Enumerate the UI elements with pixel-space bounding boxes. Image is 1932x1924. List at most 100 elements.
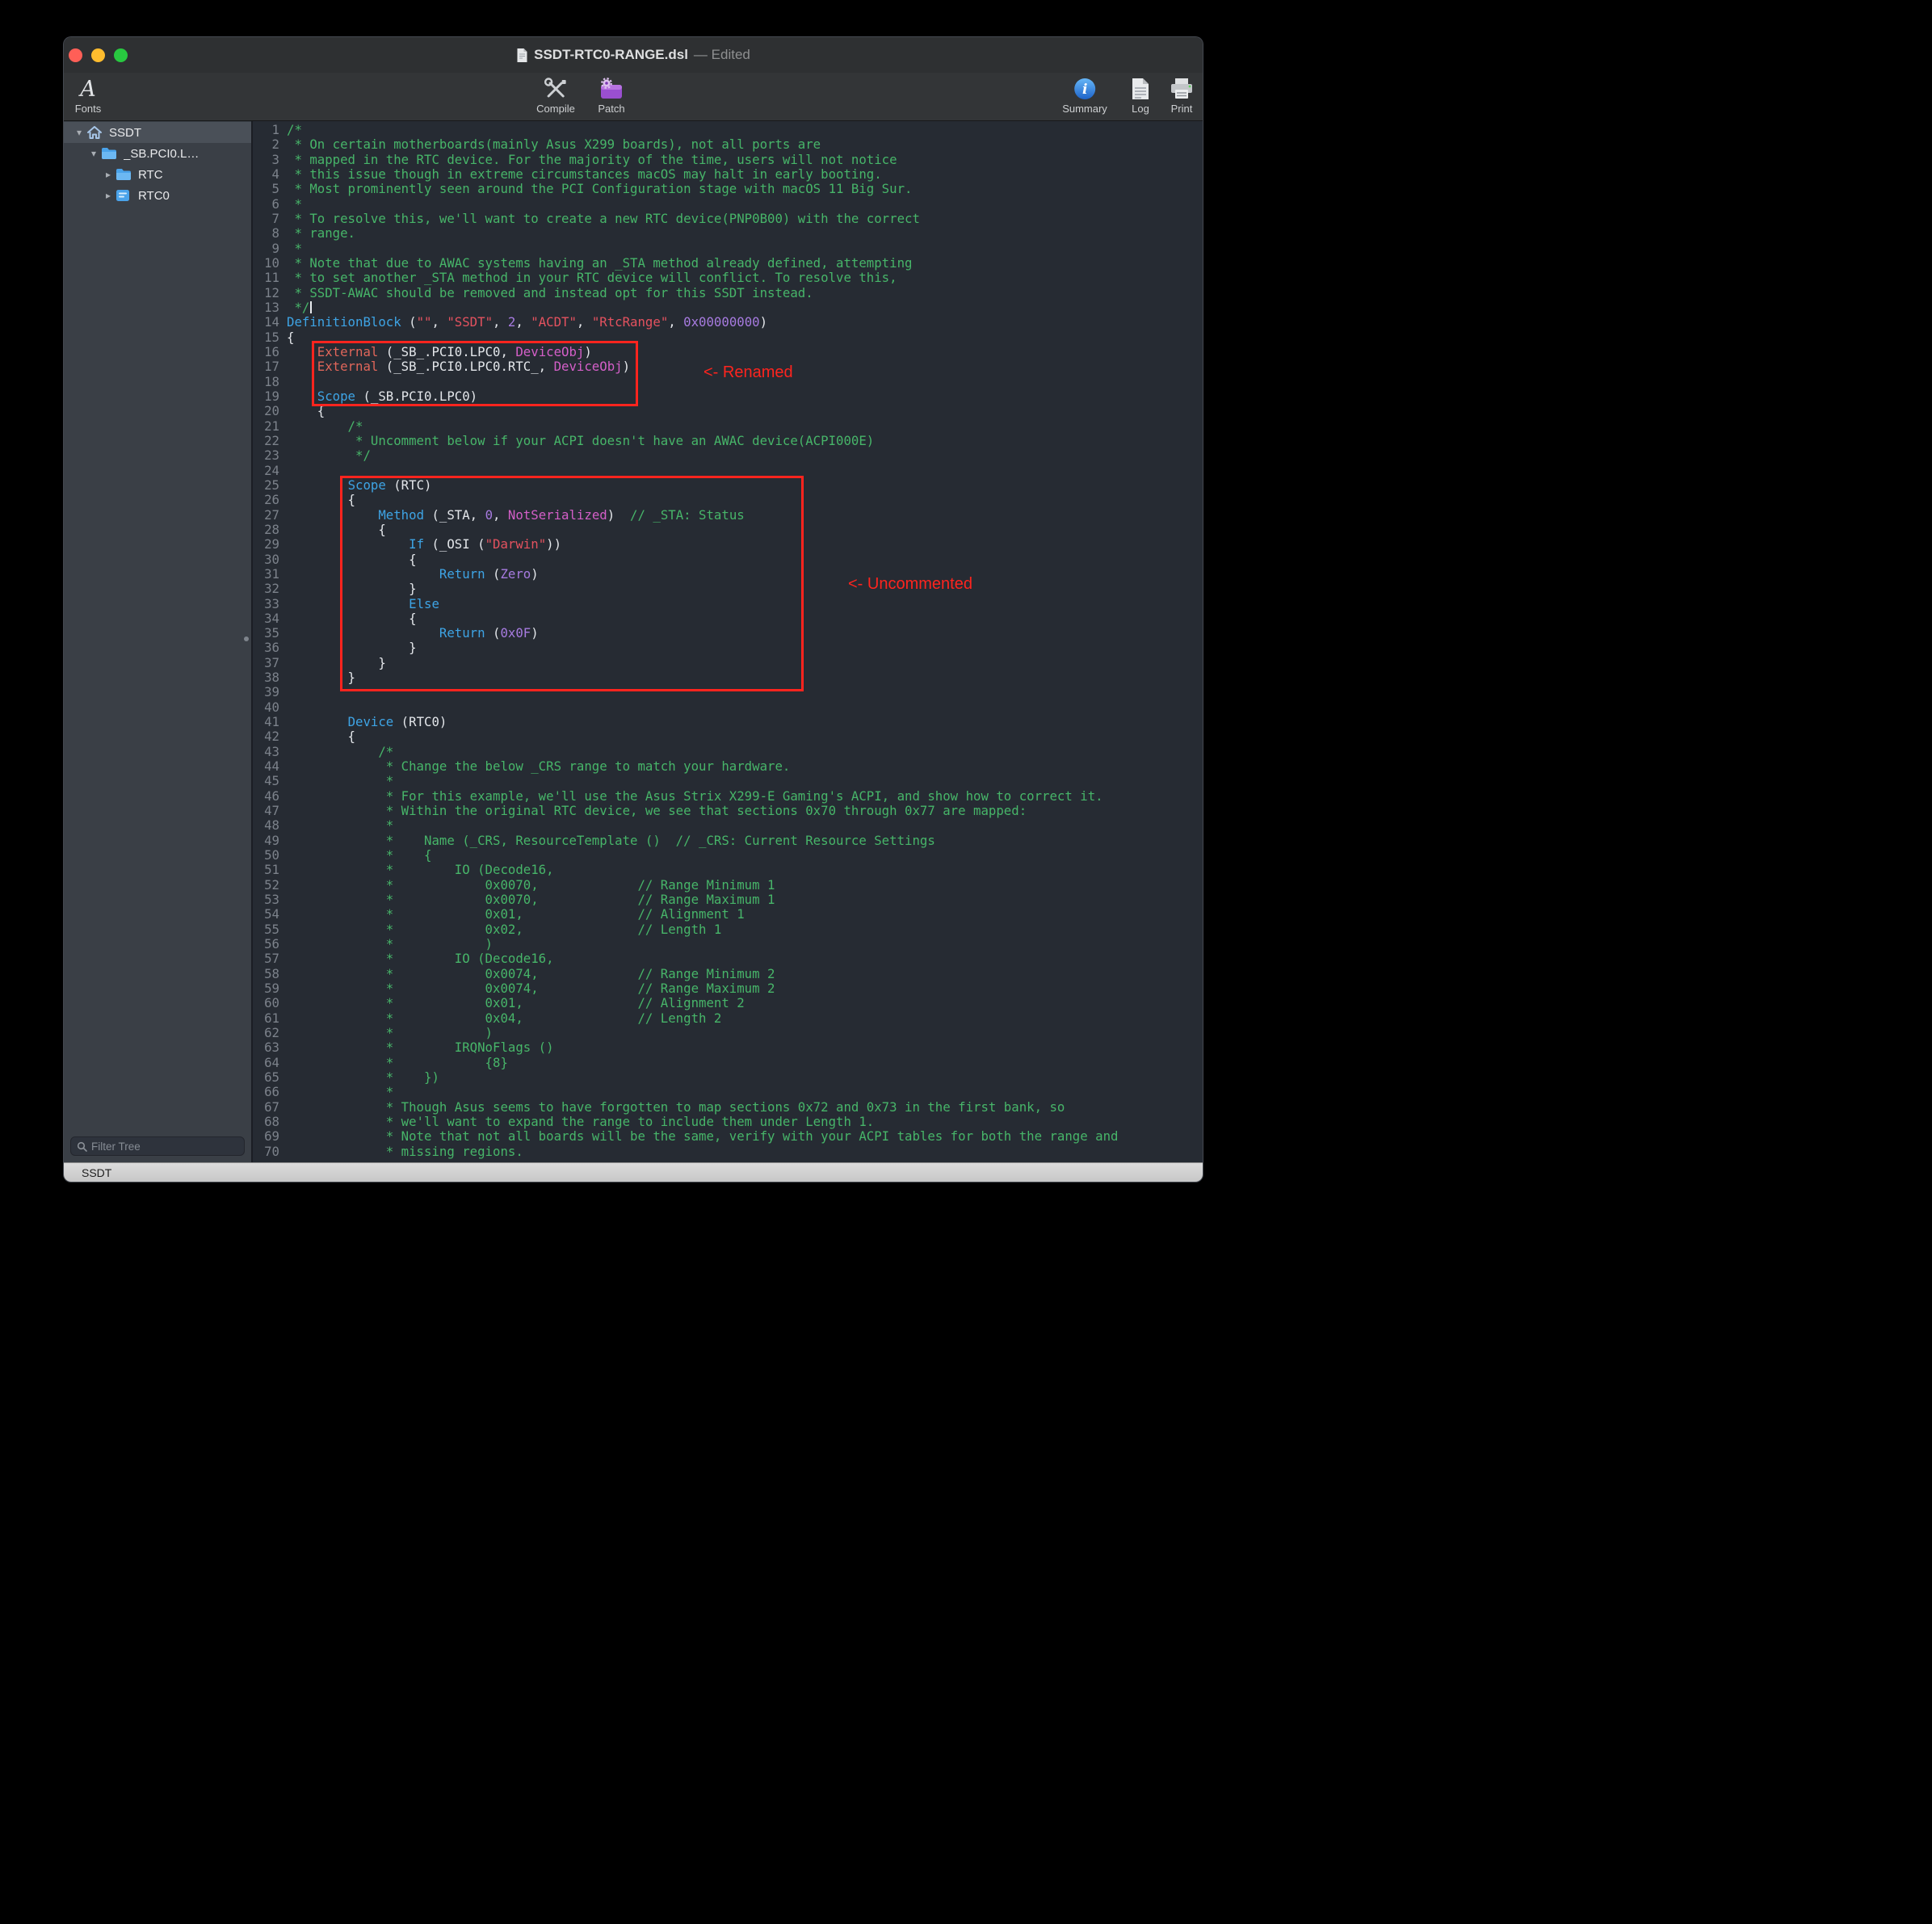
code-line[interactable]: 70 * missing regions. (253, 1145, 1203, 1159)
toolbar-label: Fonts (75, 103, 102, 115)
code-line-text: * 0x02, // Length 1 (287, 922, 721, 937)
code-line[interactable]: 56 * ) (253, 937, 1203, 951)
code-line[interactable]: 23 */ (253, 448, 1203, 463)
code-line[interactable]: 38 } (253, 670, 1203, 685)
code-line[interactable]: 45 * (253, 774, 1203, 788)
titlebar[interactable]: SSDT-RTC0-RANGE.dsl — Edited (64, 37, 1203, 73)
code-line[interactable]: 37 } (253, 656, 1203, 670)
code-line[interactable]: 41 Device (RTC0) (253, 715, 1203, 729)
code-line[interactable]: 40 (253, 700, 1203, 715)
code-line[interactable]: 16 External (_SB_.PCI0.LPC0, DeviceObj) (253, 345, 1203, 359)
code-line[interactable]: 58 * 0x0074, // Range Minimum 2 (253, 967, 1203, 981)
code-line[interactable]: 26 { (253, 493, 1203, 507)
code-line[interactable]: 55 * 0x02, // Length 1 (253, 922, 1203, 937)
line-number: 2 (253, 137, 279, 152)
code-line[interactable]: 48 * (253, 818, 1203, 833)
filter-tree-input[interactable] (91, 1141, 238, 1153)
code-line[interactable]: 28 { (253, 523, 1203, 537)
code-line[interactable]: 1/* (253, 123, 1203, 137)
code-line-text: * Uncomment below if your ACPI doesn't h… (287, 434, 874, 448)
chevron-right-icon[interactable]: ▸ (101, 169, 116, 180)
code-line[interactable]: 39 (253, 685, 1203, 699)
code-line[interactable]: 62 * ) (253, 1026, 1203, 1040)
code-line[interactable]: 12 * SSDT-AWAC should be removed and ins… (253, 286, 1203, 300)
code-line[interactable]: 15{ (253, 330, 1203, 345)
code-line[interactable]: 21 /* (253, 419, 1203, 434)
chevron-down-icon[interactable]: ▾ (72, 127, 86, 138)
code-line[interactable]: 7 * To resolve this, we'll want to creat… (253, 212, 1203, 226)
fonts-button[interactable]: A Fonts (75, 76, 102, 115)
chevron-right-icon[interactable]: ▸ (101, 190, 116, 201)
code-line[interactable]: 46 * For this example, we'll use the Asu… (253, 789, 1203, 804)
code-line[interactable]: 35 Return (0x0F) (253, 626, 1203, 641)
code-line[interactable]: 36 } (253, 641, 1203, 655)
summary-button[interactable]: i Summary (1062, 76, 1107, 115)
code-line[interactable]: 69 * Note that not all boards will be th… (253, 1129, 1203, 1144)
code-line[interactable]: 6 * (253, 197, 1203, 212)
code-line[interactable]: 24 (253, 464, 1203, 478)
code-line[interactable]: 63 * IRQNoFlags () (253, 1040, 1203, 1055)
code-line[interactable]: 4 * this issue though in extreme circums… (253, 167, 1203, 182)
code-line[interactable]: 68 * we'll want to expand the range to i… (253, 1115, 1203, 1129)
code-line[interactable]: 2 * On certain motherboards(mainly Asus … (253, 137, 1203, 152)
code-line[interactable]: 25 Scope (RTC) (253, 478, 1203, 493)
code-line[interactable]: 67 * Though Asus seems to have forgotten… (253, 1100, 1203, 1115)
code-line[interactable]: 65 * }) (253, 1070, 1203, 1085)
code-line[interactable]: 42 { (253, 729, 1203, 744)
code-line[interactable]: 31 Return (Zero) (253, 567, 1203, 582)
code-line[interactable]: 51 * IO (Decode16, (253, 863, 1203, 877)
code-line-text: { (287, 330, 294, 345)
code-line[interactable]: 3 * mapped in the RTC device. For the ma… (253, 153, 1203, 167)
toolbar-label: Compile (536, 103, 575, 115)
code-line[interactable]: 44 * Change the below _CRS range to matc… (253, 759, 1203, 774)
sidebar-item-sb-pci0-l[interactable]: ▾_SB.PCI0.L… (64, 143, 251, 164)
code-line[interactable]: 61 * 0x04, // Length 2 (253, 1011, 1203, 1026)
code-line[interactable]: 47 * Within the original RTC device, we … (253, 804, 1203, 818)
code-line[interactable]: 27 Method (_STA, 0, NotSerialized) // _S… (253, 508, 1203, 523)
code-line[interactable]: 64 * {8} (253, 1056, 1203, 1070)
code-line[interactable]: 10 * Note that due to AWAC systems havin… (253, 256, 1203, 271)
chevron-down-icon[interactable]: ▾ (86, 148, 101, 159)
print-button[interactable]: Print (1169, 76, 1195, 115)
code-line[interactable]: 14DefinitionBlock ("", "SSDT", 2, "ACDT"… (253, 315, 1203, 330)
line-number: 24 (253, 464, 279, 478)
filter-tree-field[interactable] (70, 1136, 245, 1156)
code-line[interactable]: 60 * 0x01, // Alignment 2 (253, 996, 1203, 1010)
sidebar-item-rtc0[interactable]: ▸RTC0 (64, 185, 251, 206)
code-line[interactable]: 18 (253, 375, 1203, 389)
line-number: 67 (253, 1100, 279, 1115)
code-line[interactable]: 50 * { (253, 848, 1203, 863)
code-line[interactable]: 17 External (_SB_.PCI0.LPC0.RTC_, Device… (253, 359, 1203, 374)
code-line[interactable]: 53 * 0x0070, // Range Maximum 1 (253, 893, 1203, 907)
compile-button[interactable]: Compile (536, 76, 575, 115)
code-line[interactable]: 54 * 0x01, // Alignment 1 (253, 907, 1203, 922)
code-line[interactable]: 52 * 0x0070, // Range Minimum 1 (253, 878, 1203, 893)
code-editor[interactable]: 1/*2 * On certain motherboards(mainly As… (251, 121, 1203, 1162)
sidebar-item-ssdt[interactable]: ▾SSDT (64, 122, 251, 143)
patch-button[interactable]: Patch (598, 76, 625, 115)
splitter-handle[interactable] (244, 636, 249, 641)
code-line[interactable]: 19 Scope (_SB.PCI0.LPC0) (253, 389, 1203, 404)
code-line[interactable]: 9 * (253, 242, 1203, 256)
line-number: 53 (253, 893, 279, 907)
code-line[interactable]: 43 /* (253, 745, 1203, 759)
code-line[interactable]: 59 * 0x0074, // Range Maximum 2 (253, 981, 1203, 996)
code-line[interactable]: 32 } (253, 582, 1203, 596)
code-line[interactable]: 20 { (253, 404, 1203, 418)
log-button[interactable]: Log (1130, 76, 1151, 115)
code-line[interactable]: 49 * Name (_CRS, ResourceTemplate () // … (253, 834, 1203, 848)
code-line[interactable]: 66 * (253, 1085, 1203, 1099)
code-line[interactable]: 33 Else (253, 597, 1203, 611)
code-line[interactable]: 5 * Most prominently seen around the PCI… (253, 182, 1203, 196)
code-line[interactable]: 8 * range. (253, 226, 1203, 241)
line-number: 10 (253, 256, 279, 271)
search-icon (77, 1141, 87, 1152)
code-line[interactable]: 29 If (_OSI ("Darwin")) (253, 537, 1203, 552)
code-line[interactable]: 30 { (253, 552, 1203, 567)
code-line[interactable]: 34 { (253, 611, 1203, 626)
code-line[interactable]: 22 * Uncomment below if your ACPI doesn'… (253, 434, 1203, 448)
code-line[interactable]: 57 * IO (Decode16, (253, 951, 1203, 966)
code-line[interactable]: 13 */ (253, 300, 1203, 315)
sidebar-item-rtc[interactable]: ▸RTC (64, 164, 251, 185)
code-line[interactable]: 11 * to set another _STA method in your … (253, 271, 1203, 285)
